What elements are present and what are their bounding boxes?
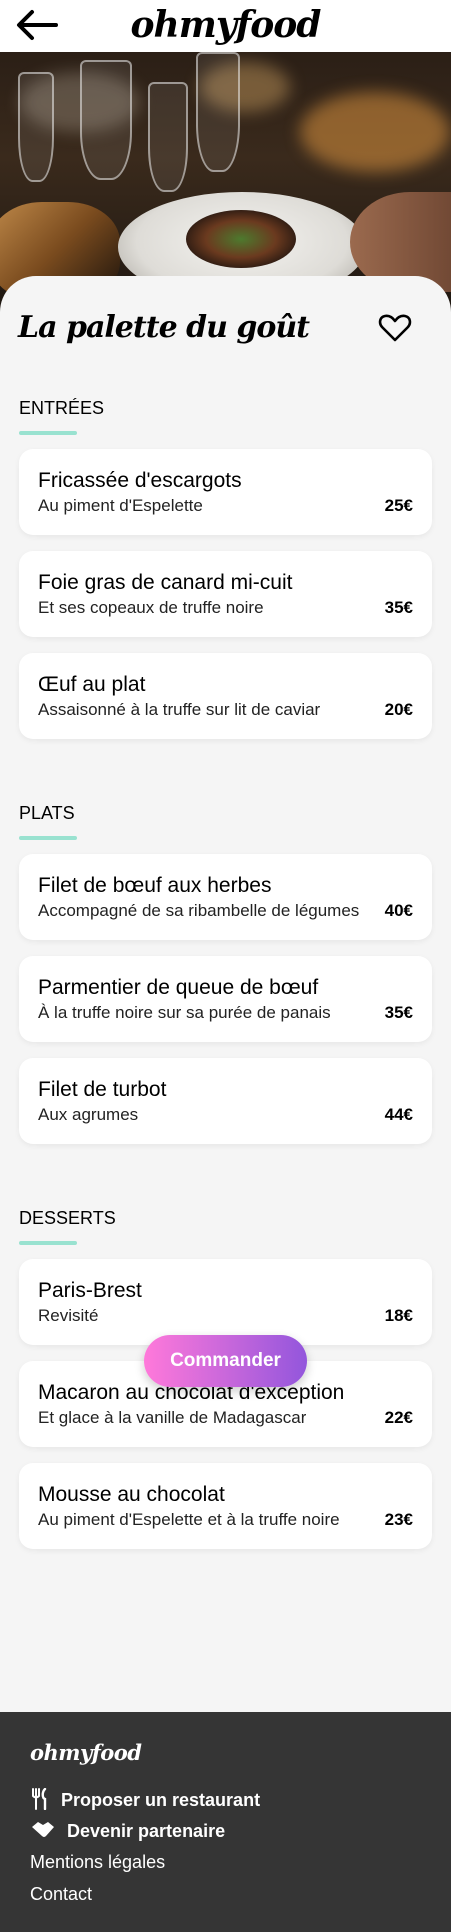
menu-item-name: Foie gras de canard mi-cuit [38, 571, 293, 594]
menu-item-description: Et ses copeaux de truffe noire [38, 598, 264, 617]
menu-item-price: 23€ [384, 1510, 413, 1529]
menu-item-name: Fricassée d'escargots [38, 469, 242, 492]
menu-item-description: Assaisonné à la truffe sur lit de caviar [38, 700, 321, 719]
menu-item-name: Filet de turbot [38, 1078, 167, 1101]
section-title-desserts: DESSERTS [19, 1208, 116, 1228]
menu-item-description: Aux agrumes [38, 1105, 139, 1124]
menu-item-description: Revisité [38, 1306, 99, 1325]
menu-item-name: Parmentier de queue de bœuf [38, 976, 319, 999]
app-header: ohmyfood [0, 0, 451, 52]
app-logo[interactable]: ohmyfood [0, 1, 451, 49]
section-title-plats: PLATS [19, 803, 75, 823]
menu-item-description: Accompagné de sa ribambelle de légumes [38, 901, 360, 920]
footer-logo[interactable]: ohmyfood [30, 1740, 142, 1765]
menu-item[interactable]: Paris-Brest Revisité 18€ [19, 1259, 432, 1345]
menu-item-description: Au piment d'Espelette et à la truffe noi… [38, 1510, 340, 1529]
menu-item-description: Au piment d'Espelette [38, 496, 203, 515]
footer: ohmyfood Proposer un restaurant Devenir … [0, 1712, 451, 1932]
menu-item-price: 20€ [384, 700, 413, 719]
menu-item-price: 44€ [384, 1105, 413, 1124]
menu-panel: La palette du goût ENTRÉES Fricassée d'e… [0, 276, 451, 1712]
handshake-icon [30, 1819, 56, 1846]
menu-item-price: 40€ [384, 901, 413, 920]
footer-link-propose-restaurant[interactable]: Proposer un restaurant [30, 1787, 261, 1815]
menu-item[interactable]: Fricassée d'escargots Au piment d'Espele… [19, 449, 432, 535]
menu-item-name: Paris-Brest [38, 1279, 142, 1302]
section-underline [19, 431, 77, 435]
footer-link-label: Devenir partenaire [67, 1821, 226, 1842]
section-title-entrees: ENTRÉES [19, 398, 105, 418]
restaurant-title: La palette du goût [18, 310, 310, 345]
menu-item[interactable]: Filet de bœuf aux herbes Accompagné de s… [19, 854, 432, 940]
menu-item-price: 35€ [384, 598, 413, 617]
menu-item-name: Filet de bœuf aux herbes [38, 874, 272, 897]
footer-link-label: Proposer un restaurant [61, 1790, 261, 1811]
menu-item-price: 25€ [384, 496, 413, 515]
footer-link-legal[interactable]: Mentions légales [30, 1852, 165, 1873]
menu-item-description: Et glace à la vanille de Madagascar [38, 1408, 307, 1427]
section-underline [19, 836, 77, 840]
menu-item-name: Œuf au plat [38, 673, 146, 696]
section-underline [19, 1241, 77, 1245]
menu-item[interactable]: Foie gras de canard mi-cuit Et ses copea… [19, 551, 432, 637]
utensils-icon [30, 1787, 50, 1815]
footer-link-contact[interactable]: Contact [30, 1884, 92, 1905]
footer-link-become-partner[interactable]: Devenir partenaire [30, 1819, 225, 1846]
order-button[interactable]: Commander [144, 1335, 307, 1387]
menu-item-price: 18€ [384, 1306, 413, 1325]
menu-item[interactable]: Œuf au plat Assaisonné à la truffe sur l… [19, 653, 432, 739]
menu-item[interactable]: Mousse au chocolat Au piment d'Espelette… [19, 1463, 432, 1549]
favorite-button[interactable] [378, 312, 412, 344]
menu-item-description: À la truffe noire sur sa purée de panais [38, 1003, 331, 1022]
heart-outline-icon [378, 314, 412, 342]
menu-item-price: 35€ [384, 1003, 413, 1022]
menu-item-price: 22€ [384, 1408, 413, 1427]
menu-item-name: Mousse au chocolat [38, 1483, 225, 1506]
menu-item[interactable]: Parmentier de queue de bœuf À la truffe … [19, 956, 432, 1042]
menu-item[interactable]: Filet de turbot Aux agrumes 44€ [19, 1058, 432, 1144]
